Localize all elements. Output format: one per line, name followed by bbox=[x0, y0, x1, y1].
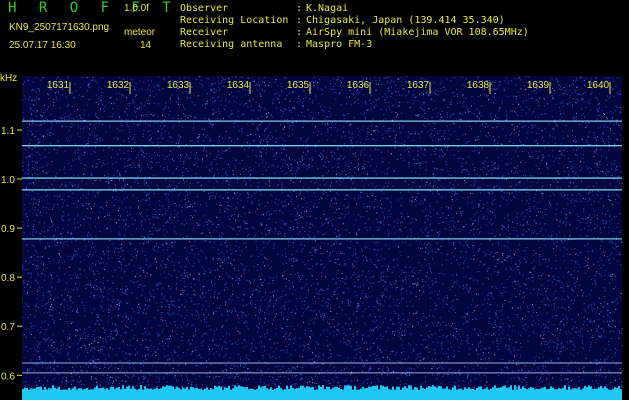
y-tick-label: 0.6 bbox=[1, 371, 15, 382]
info-separator: : bbox=[296, 15, 303, 26]
x-tick-label: 1633 bbox=[167, 80, 190, 91]
spectrogram-plot: 1631 1632 1633 1634 1635 1636 1637 1638 1639 1640… bbox=[0, 72, 629, 400]
header-panel: H R O F F T 1.0.0f KN9_2507171630.png 25… bbox=[0, 0, 629, 72]
plot-background bbox=[22, 76, 622, 400]
mode-label: meteor bbox=[124, 27, 156, 38]
y-tick-label: 1.0 bbox=[1, 175, 15, 186]
x-tick-label: 1636 bbox=[347, 80, 370, 91]
signal-floor bbox=[22, 385, 622, 400]
info-label-observer: Observer bbox=[180, 3, 229, 14]
capture-timestamp: 25.07.17 16:30 bbox=[9, 40, 76, 51]
x-tick-label: 1637 bbox=[407, 80, 430, 91]
info-label-location: Receiving Location bbox=[180, 15, 289, 26]
x-tick-label: 1638 bbox=[467, 80, 490, 91]
x-tick-label: 1635 bbox=[287, 80, 310, 91]
info-value-antenna: Maspro FM-3 bbox=[306, 39, 373, 50]
info-value-observer: K.Nagai bbox=[306, 3, 349, 14]
x-tick-label: 1631 bbox=[47, 80, 70, 91]
x-tick-label: 1632 bbox=[107, 80, 130, 91]
x-tick-label: 1634 bbox=[227, 80, 250, 91]
app-version: 1.0.0f bbox=[124, 3, 150, 14]
info-label-receiver: Receiver bbox=[180, 27, 229, 38]
x-tick-label: 1639 bbox=[527, 80, 550, 91]
x-tick-label: 1640 bbox=[587, 80, 610, 91]
y-tick-label: 0.8 bbox=[1, 273, 15, 284]
app-title: H R O F F T bbox=[8, 0, 178, 16]
info-separator: : bbox=[296, 39, 303, 50]
info-value-location: Chigasaki, Japan (139.414 35.340) bbox=[306, 15, 505, 26]
info-separator: : bbox=[296, 27, 303, 38]
y-tick-label: 0.9 bbox=[1, 224, 15, 235]
image-filename: KN9_2507171630.png bbox=[9, 22, 110, 33]
mode-value: 14 bbox=[140, 40, 152, 51]
info-value-receiver: AirSpy mini (Miakejima VOR 108.65MHz) bbox=[306, 27, 529, 38]
floor-band bbox=[22, 392, 622, 400]
info-separator: : bbox=[296, 3, 303, 14]
y-tick-label: 1.1 bbox=[1, 126, 15, 137]
y-tick-label: 0.7 bbox=[1, 322, 15, 333]
info-label-antenna: Receiving antenna bbox=[180, 39, 283, 50]
y-axis-label: kHz bbox=[0, 73, 18, 84]
